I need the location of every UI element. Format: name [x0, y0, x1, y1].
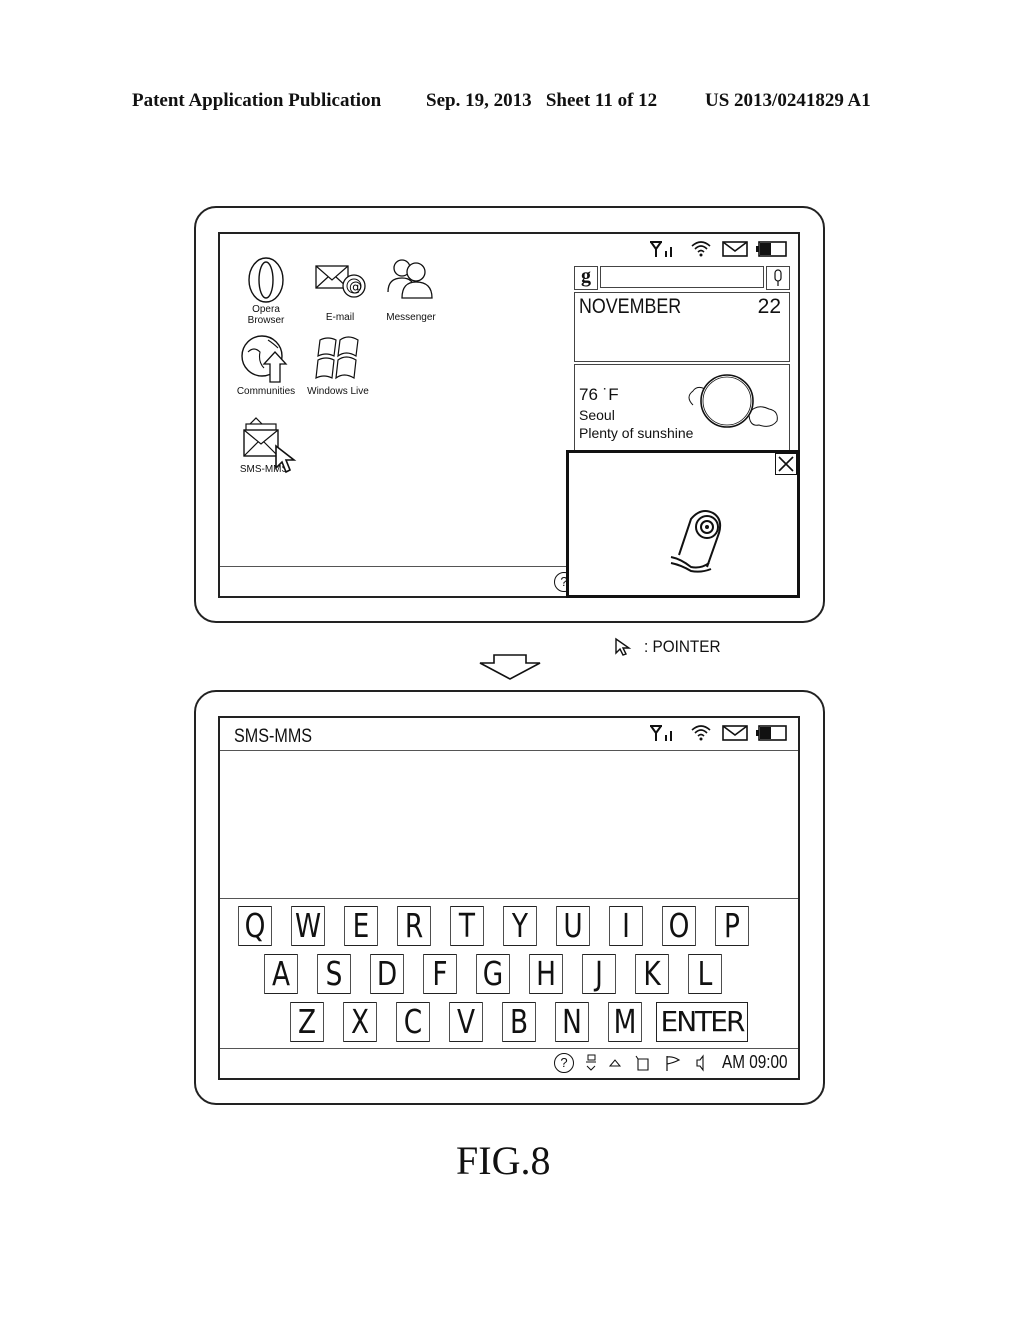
app-communities[interactable]: Communities [234, 332, 298, 402]
down-arrow-icon [479, 654, 541, 680]
battery-icon [756, 241, 787, 257]
key-d[interactable]: D [370, 954, 404, 994]
publication-number: US 2013/0241829 A1 [705, 90, 871, 111]
calendar-month: NOVEMBER [579, 295, 682, 318]
wifi-icon [691, 241, 711, 257]
weather-temperature: 76 ˙F [579, 385, 619, 404]
bottom-device-screen: SMS-MMS Q W E R T Y U I O P A S D F G H … [218, 716, 800, 1080]
key-v[interactable]: V [449, 1002, 483, 1042]
signal-icon [650, 725, 672, 741]
key-s[interactable]: S [317, 954, 351, 994]
key-x[interactable]: X [343, 1002, 377, 1042]
app-label: Messenger [386, 312, 436, 323]
search-input[interactable] [600, 266, 764, 288]
key-k[interactable]: K [635, 954, 669, 994]
device-tray-icon[interactable] [634, 1054, 650, 1072]
message-icon [722, 241, 748, 257]
key-m[interactable]: M [608, 1002, 642, 1042]
taskbar-divider [220, 1048, 798, 1049]
app-title: SMS-MMS [234, 726, 313, 747]
email-icon: @ [315, 265, 366, 298]
google-search-logo: g [574, 266, 598, 290]
key-i[interactable]: I [609, 906, 643, 946]
key-z[interactable]: Z [290, 1002, 324, 1042]
network-tray-icon[interactable] [584, 1054, 598, 1072]
top-device-screen: Opera Browser @ E-mail Messenger Communit… [218, 232, 800, 598]
key-r[interactable]: R [397, 906, 431, 946]
key-y[interactable]: Y [503, 906, 537, 946]
volume-icon[interactable] [694, 1054, 706, 1072]
app-label: Windows Live [307, 386, 369, 397]
communities-icon [241, 335, 288, 383]
touch-pointer-popup [566, 450, 800, 598]
message-area[interactable] [220, 752, 798, 896]
signal-icon [650, 241, 672, 257]
key-a[interactable]: A [264, 954, 298, 994]
message-icon [722, 725, 748, 741]
calendar-widget[interactable]: NOVEMBER 22 [574, 292, 790, 362]
on-screen-keyboard: Q W E R T Y U I O P A S D F G H J K L Z … [220, 898, 798, 1048]
key-f[interactable]: F [423, 954, 457, 994]
close-popup-button[interactable] [775, 453, 797, 475]
figure-label: FIG.8 [456, 1138, 551, 1183]
key-enter[interactable]: ENTER [656, 1002, 748, 1042]
key-u[interactable]: U [556, 906, 590, 946]
close-icon [778, 456, 794, 472]
voice-search-button[interactable] [766, 266, 790, 290]
calendar-day: 22 [757, 295, 781, 318]
title-divider [220, 750, 798, 751]
key-q[interactable]: Q [238, 906, 272, 946]
key-t[interactable]: T [450, 906, 484, 946]
key-w[interactable]: W [291, 906, 325, 946]
battery-icon [756, 725, 787, 741]
sunny-weather-icon [688, 374, 778, 428]
help-button[interactable]: ? [554, 1053, 574, 1073]
flag-icon[interactable] [664, 1054, 682, 1072]
wifi-icon [691, 725, 711, 741]
app-label: Communities [236, 386, 296, 397]
windows-live-icon [315, 336, 359, 380]
weather-description: Plenty of sunshine [579, 425, 694, 441]
app-sms-mms[interactable]: SMS-MMS [238, 416, 300, 480]
opera-icon [248, 257, 284, 303]
app-windows-live[interactable]: Windows Live [306, 332, 370, 402]
svg-text:@: @ [349, 280, 362, 295]
publication-date-sheet: Sep. 19, 2013 Sheet 11 of 12 [426, 90, 658, 111]
key-b[interactable]: B [502, 1002, 536, 1042]
finger-touch-icon [670, 510, 722, 573]
expand-tray-icon[interactable] [608, 1056, 622, 1070]
key-h[interactable]: H [529, 954, 563, 994]
app-label: E-mail [325, 312, 355, 323]
microphone-icon [774, 269, 782, 286]
app-label: Opera Browser [247, 304, 285, 326]
app-messenger[interactable]: Messenger [380, 256, 442, 326]
key-c[interactable]: C [396, 1002, 430, 1042]
pointer-legend-icon [615, 637, 632, 656]
clock: AM 09:00 [722, 1052, 788, 1072]
messenger-icon [387, 259, 433, 299]
app-email[interactable]: @ E-mail [310, 256, 370, 326]
app-opera-browser[interactable]: Opera Browser [240, 256, 292, 326]
pointer-cursor-icon [275, 444, 297, 474]
pointer-legend-label: : POINTER [644, 637, 721, 656]
key-g[interactable]: G [476, 954, 510, 994]
weather-city: Seoul [579, 407, 615, 423]
weather-widget[interactable]: 76 ˙F Seoul Plenty of sunshine [574, 364, 790, 456]
key-l[interactable]: L [688, 954, 722, 994]
key-n[interactable]: N [555, 1002, 589, 1042]
key-j[interactable]: J [582, 954, 616, 994]
key-p[interactable]: P [715, 906, 749, 946]
publication-title: Patent Application Publication [132, 90, 382, 111]
key-o[interactable]: O [662, 906, 696, 946]
key-e[interactable]: E [344, 906, 378, 946]
